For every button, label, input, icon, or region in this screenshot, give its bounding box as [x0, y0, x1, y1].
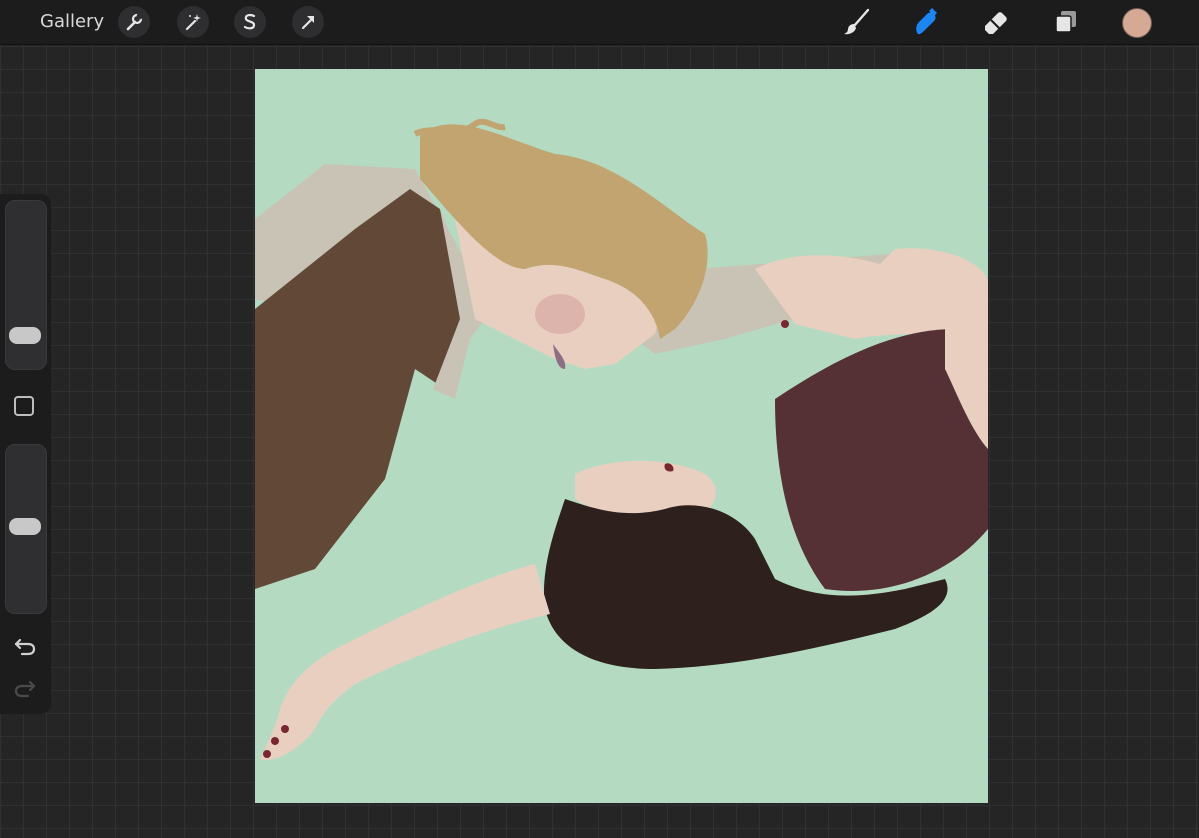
eraser-tool-button[interactable] [978, 4, 1014, 40]
adjustments-button[interactable] [177, 6, 209, 38]
actions-button[interactable] [118, 6, 150, 38]
selection-button[interactable] [234, 6, 266, 38]
left-sidebar [0, 194, 51, 714]
opacity-slider-handle[interactable] [9, 517, 41, 535]
color-picker-button[interactable] [1122, 8, 1152, 38]
magic-wand-icon [185, 14, 201, 31]
artwork-illustration [255, 118, 988, 760]
arrow-cursor-icon [301, 16, 314, 30]
paintbrush-icon [844, 8, 870, 35]
modify-button[interactable] [14, 396, 34, 416]
brush-size-slider[interactable] [5, 200, 47, 370]
brush-size-slider-handle[interactable] [9, 327, 41, 345]
gallery-button[interactable]: Gallery [40, 11, 104, 32]
redo-button[interactable] [12, 677, 38, 699]
eraser-icon [985, 12, 1007, 34]
smudge-tool-button[interactable] [907, 4, 943, 40]
wrench-icon [126, 12, 144, 31]
brush-tool-button[interactable] [838, 4, 874, 40]
top-toolbar: Gallery [0, 0, 1199, 45]
layers-icon [1055, 11, 1076, 33]
undo-arrow-icon [14, 638, 36, 656]
drawing-canvas[interactable] [255, 69, 988, 803]
selection-s-icon [243, 13, 256, 30]
opacity-slider[interactable] [5, 444, 47, 614]
transform-button[interactable] [292, 6, 324, 38]
layers-button[interactable] [1048, 4, 1084, 40]
undo-button[interactable] [12, 635, 38, 657]
redo-arrow-icon [14, 680, 36, 698]
smudge-finger-icon [916, 8, 937, 35]
